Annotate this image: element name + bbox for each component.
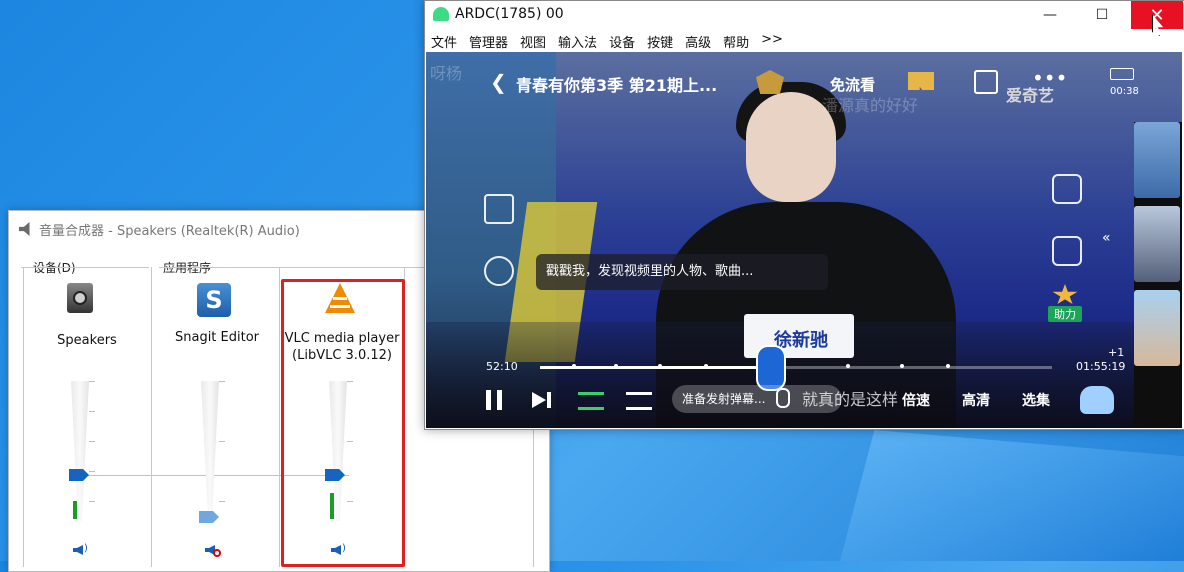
- thumbnail[interactable]: [1134, 122, 1180, 198]
- snagit-app-icon[interactable]: S: [197, 283, 231, 317]
- ardc-titlebar[interactable]: ARDC(1785) 00 — ☐ ✕: [425, 1, 1184, 29]
- mixer-title: 音量合成器 - Speakers (Realtek(R) Audio): [19, 219, 300, 239]
- next-episode-icon[interactable]: [532, 390, 552, 410]
- collapse-icon[interactable]: «: [1102, 230, 1111, 246]
- divider: [279, 267, 280, 567]
- window-title: ARDC(1785) 00: [455, 6, 564, 22]
- speakers-device-icon[interactable]: [67, 283, 93, 313]
- tick: [89, 381, 95, 382]
- lock-icon[interactable]: [484, 194, 514, 224]
- tick: [219, 441, 225, 442]
- menu-device[interactable]: 设备: [603, 29, 641, 51]
- volume-slider-thumb-speakers[interactable]: [69, 469, 89, 481]
- timeline-marker[interactable]: [572, 364, 576, 368]
- tick: [219, 381, 225, 382]
- free-stream-label[interactable]: 免流看: [830, 74, 875, 95]
- mixer-title-text: 音量合成器 - Speakers (Realtek(R) Audio): [39, 223, 300, 239]
- maximize-button[interactable]: ☐: [1079, 1, 1125, 29]
- menu-keys[interactable]: 按键: [641, 29, 679, 51]
- menu-file[interactable]: 文件: [425, 29, 463, 51]
- android-icon: [433, 7, 449, 21]
- plus-one-label: +1: [1108, 346, 1125, 359]
- volume-slider-track[interactable]: [201, 381, 219, 521]
- divider: [23, 267, 24, 567]
- tick: [89, 411, 95, 412]
- danmu-ghost: 呀杨: [430, 64, 463, 83]
- peak-meter: [73, 501, 77, 519]
- mute-toggle-speakers[interactable]: ): [73, 543, 89, 557]
- dolby-icon[interactable]: [908, 72, 934, 90]
- record-clip-icon[interactable]: [1052, 236, 1082, 266]
- time-total: 01:55:19: [1076, 360, 1126, 373]
- menu-bar: 文件 管理器 视图 输入法 设备 按键 高级 帮助 >>: [425, 29, 1184, 51]
- speed-button[interactable]: 倍速: [902, 390, 930, 410]
- channel-name-snagit: Snagit Editor: [174, 330, 260, 345]
- tick: [89, 501, 95, 502]
- mute-toggle-snagit[interactable]: [205, 543, 221, 557]
- ai-hint-bubble[interactable]: 戳戳我，发现视频里的人物、歌曲...: [536, 254, 828, 290]
- ai-recognize-icon[interactable]: [484, 256, 514, 286]
- timeline-marker[interactable]: [846, 364, 850, 368]
- quality-button[interactable]: 高清: [962, 390, 990, 410]
- volume-icon: [73, 545, 83, 555]
- status-clock: 00:38: [1110, 86, 1139, 97]
- episodes-button[interactable]: 选集: [1022, 390, 1050, 410]
- divider: [21, 267, 149, 268]
- screenshot-icon[interactable]: [1052, 174, 1082, 204]
- menu-more[interactable]: >>: [755, 29, 789, 51]
- time-current: 52:10: [486, 360, 518, 373]
- menu-input-method[interactable]: 输入法: [552, 29, 603, 51]
- battery-icon: [1110, 68, 1134, 80]
- thumbnail[interactable]: [1134, 290, 1180, 366]
- timeline-marker[interactable]: [900, 364, 904, 368]
- volume-slider-thumb-snagit[interactable]: [199, 511, 219, 523]
- timeline-marker[interactable]: [946, 364, 950, 368]
- boost-badge[interactable]: 助力: [1048, 284, 1082, 322]
- star-icon: [1052, 284, 1078, 305]
- menu-help[interactable]: 帮助: [717, 29, 755, 51]
- pause-icon[interactable]: [486, 390, 504, 410]
- highlight-box: [281, 279, 405, 567]
- danmu-settings-icon[interactable]: [626, 392, 652, 410]
- ardc-window: ARDC(1785) 00 — ☐ ✕ 文件 管理器 视图 输入法 设备 按键 …: [424, 0, 1184, 430]
- back-icon[interactable]: ❮: [490, 70, 507, 94]
- danmu-ghost: 就真的是这样: [802, 390, 899, 409]
- timeline-marker[interactable]: [704, 364, 708, 368]
- share-icon[interactable]: [974, 70, 998, 94]
- thumbnail[interactable]: [1134, 206, 1180, 282]
- phone-screen-video[interactable]: 徐新驰 呀杨 潘源真的好好 ❮ 青春有你第3季 第21期上... 免流看 •••…: [426, 52, 1182, 428]
- boost-label: 助力: [1048, 306, 1082, 322]
- danmu-toggle-icon[interactable]: [578, 392, 604, 410]
- divider: [151, 267, 152, 567]
- assistant-icon[interactable]: [1080, 386, 1114, 414]
- menu-manager[interactable]: 管理器: [463, 29, 514, 51]
- speaker-icon: [19, 222, 30, 236]
- tick: [89, 471, 95, 472]
- channel-name-speakers: Speakers: [57, 333, 117, 348]
- iqiyi-logo-text: 爱奇艺: [1006, 86, 1055, 105]
- video-title: 青春有你第3季 第21期上...: [516, 76, 718, 95]
- timeline-marker[interactable]: [614, 364, 618, 368]
- danmu-ghost: 潘源真的好好: [822, 96, 919, 115]
- menu-view[interactable]: 视图: [514, 29, 552, 51]
- tick: [219, 501, 225, 502]
- microphone-icon[interactable]: [776, 388, 790, 408]
- vip-badge-icon[interactable]: [756, 70, 784, 94]
- menu-advanced[interactable]: 高级: [679, 29, 717, 51]
- timeline-marker[interactable]: [658, 364, 662, 368]
- minimize-button[interactable]: —: [1027, 1, 1073, 29]
- volume-slider-track[interactable]: [71, 381, 89, 521]
- tick: [89, 441, 95, 442]
